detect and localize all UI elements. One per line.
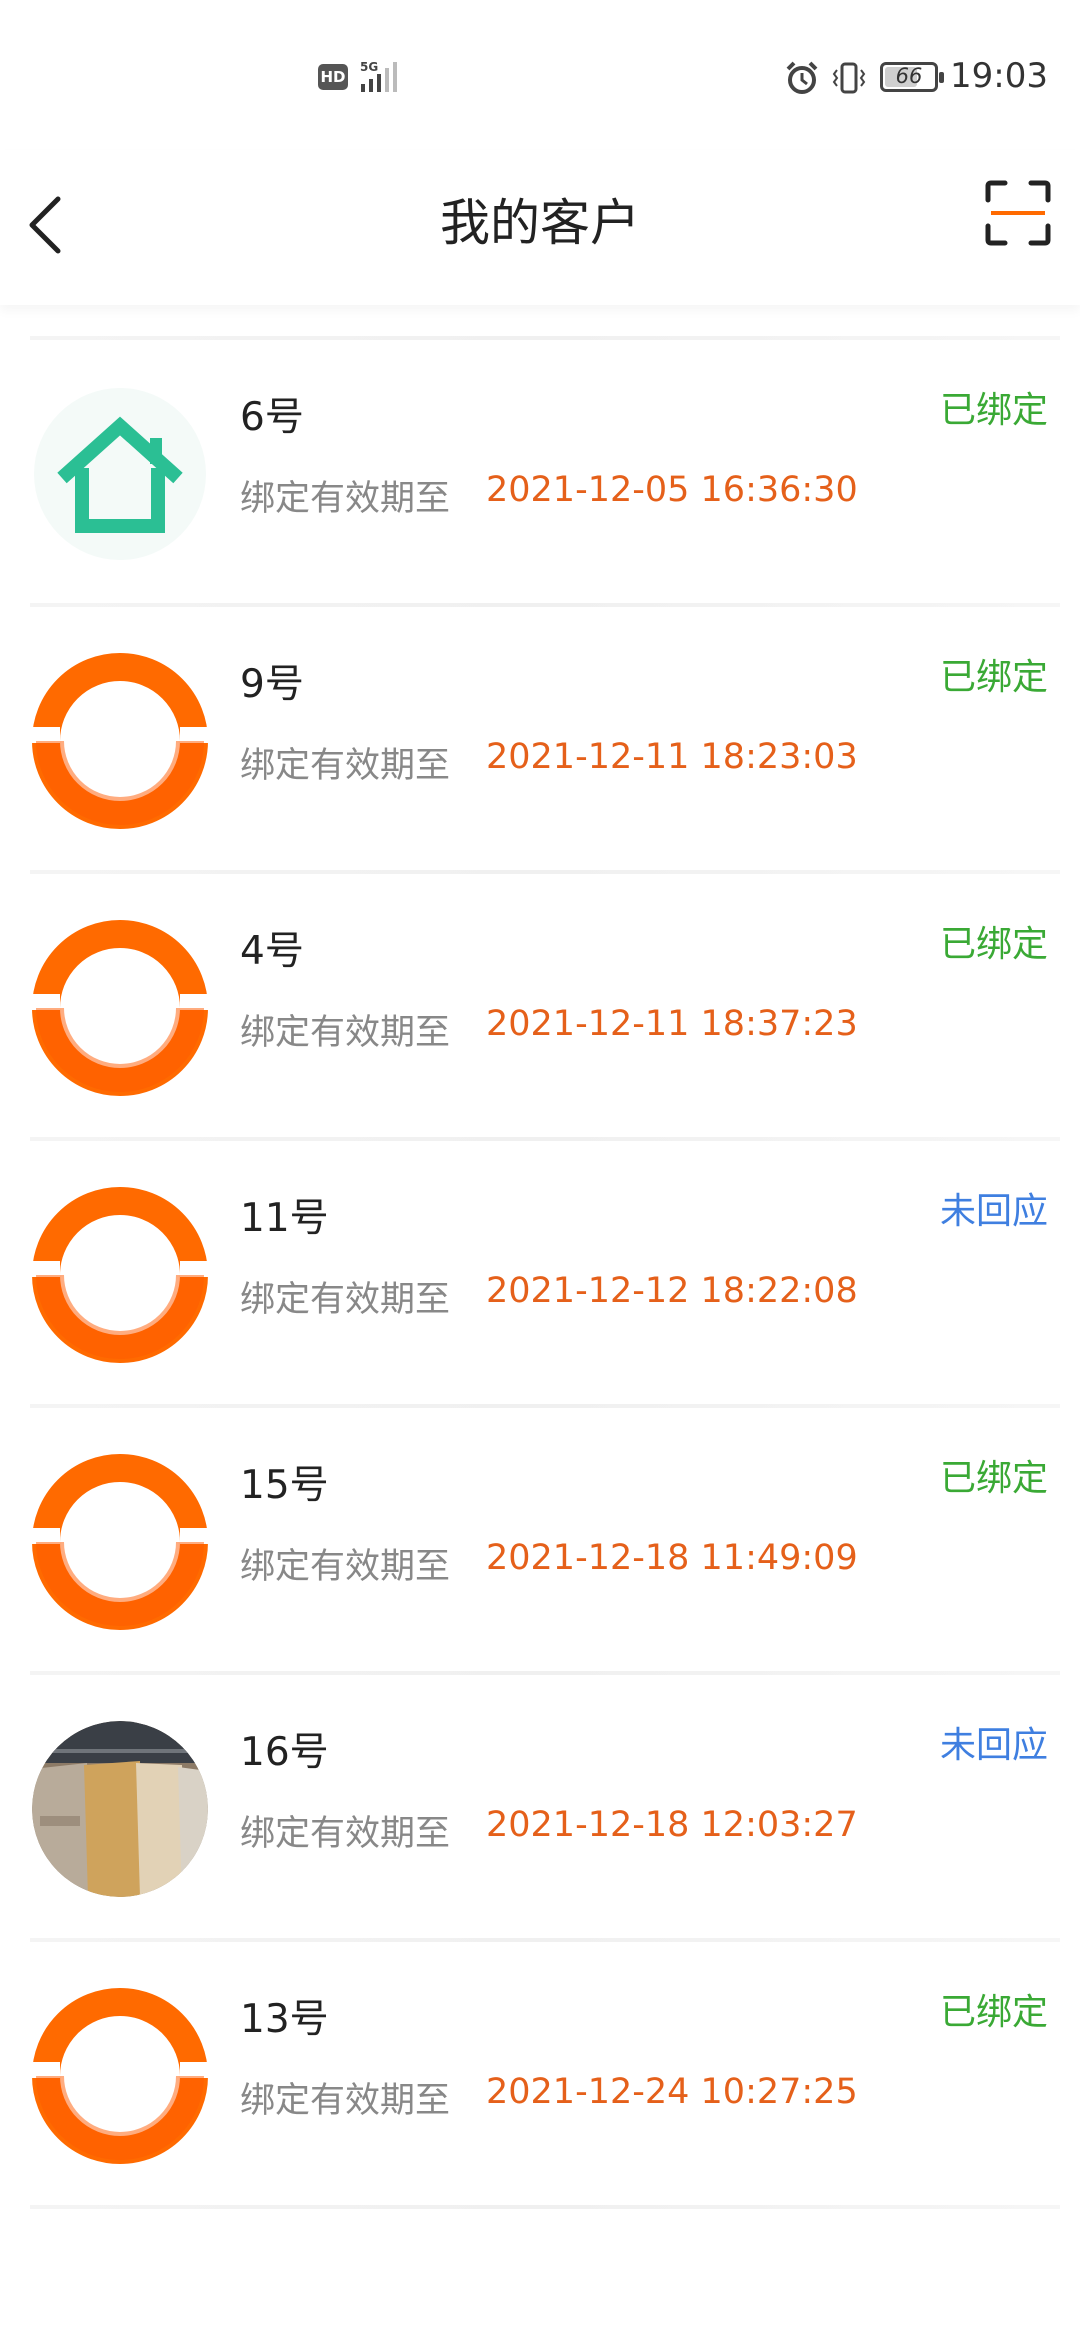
expiry-label: 绑定有效期至 [240, 1814, 451, 1854]
customer-row[interactable]: 13号绑定有效期至 2021-12-24 10:27:25 已绑定 [0, 1942, 1080, 2209]
clock: 19:03 [950, 56, 1048, 96]
customer-row[interactable]: 11号绑定有效期至 2021-12-12 18:22:08 未回应 [0, 1141, 1080, 1408]
status-badge: 已绑定 [939, 657, 1048, 698]
logo-icon [32, 652, 208, 829]
clothes-photo [32, 1720, 208, 1897]
customer-row[interactable]: 6号绑定有效期至 2021-12-05 16:36:30 已绑定 [0, 340, 1080, 607]
customer-name: 13号 [240, 1997, 329, 2042]
logo-icon [32, 919, 208, 1096]
expiry-label: 绑定有效期至 [240, 746, 451, 786]
customer-name: 9号 [240, 662, 304, 707]
avatar [32, 652, 208, 829]
vibrate-icon [832, 62, 866, 94]
logo-icon [32, 1186, 208, 1363]
app-header: 我的客户 [0, 150, 1080, 305]
customer-name: 16号 [240, 1730, 329, 1775]
battery-icon: 66 [880, 62, 944, 92]
scan-icon [985, 180, 1051, 246]
customer-name: 15号 [240, 1463, 329, 1508]
status-bar: HD 5G 66 19:03 [0, 0, 1080, 150]
page-title: 我的客户 [440, 194, 640, 252]
expiry-label: 绑定有效期至 [240, 1280, 451, 1320]
expiry-date: 2021-12-24 10:27:25 [486, 2072, 858, 2112]
customer-row[interactable]: 4号绑定有效期至 2021-12-11 18:37:23 已绑定 [0, 874, 1080, 1141]
hd-icon: HD [318, 64, 348, 90]
avatar [32, 1987, 208, 2164]
expiry-label: 绑定有效期至 [240, 1013, 451, 1053]
expiry-date: 2021-12-11 18:23:03 [486, 737, 858, 777]
expiry-date: 2021-12-12 18:22:08 [486, 1271, 858, 1311]
signal-icon: 5G [360, 60, 397, 92]
avatar [32, 386, 208, 562]
expiry-label: 绑定有效期至 [240, 2081, 451, 2121]
customer-name: 11号 [240, 1196, 329, 1241]
expiry-date: 2021-12-11 18:37:23 [486, 1004, 858, 1044]
status-badge: 未回应 [939, 1191, 1048, 1232]
logo-icon [32, 1987, 208, 2164]
expiry-label: 绑定有效期至 [240, 479, 451, 519]
avatar [32, 1186, 208, 1363]
house-icon [34, 387, 206, 560]
expiry-date: 2021-12-18 11:49:09 [486, 1538, 858, 1578]
expiry-date: 2021-12-18 12:03:27 [486, 1805, 858, 1845]
scan-button[interactable] [985, 180, 1051, 246]
status-badge: 已绑定 [939, 1458, 1048, 1499]
logo-icon [32, 1453, 208, 1630]
alarm-icon [786, 61, 818, 94]
avatar [32, 919, 208, 1096]
customer-rows: 绑定有效期至2021-12-04 20:24:59 6号绑定有效期至 2021-1… [0, 305, 1080, 2209]
battery-text: 66 [895, 64, 923, 88]
customer-row[interactable]: 绑定有效期至2021-12-04 20:24:59 [0, 305, 1080, 340]
avatar [32, 1720, 208, 1897]
customer-row[interactable]: 15号绑定有效期至 2021-12-18 11:49:09 已绑定 [0, 1408, 1080, 1675]
customer-name: 4号 [240, 929, 304, 974]
status-badge: 已绑定 [939, 1992, 1048, 2033]
expiry-label: 绑定有效期至 [240, 1547, 451, 1587]
network-label: 5G [360, 60, 378, 74]
expiry-date: 2021-12-05 16:36:30 [486, 470, 858, 510]
customer-row[interactable]: 16号绑定有效期至 2021-12-18 12:03:27 未回应 [0, 1675, 1080, 1942]
customer-row[interactable]: 9号绑定有效期至 2021-12-11 18:23:03 已绑定 [0, 607, 1080, 874]
status-badge: 未回应 [939, 1725, 1048, 1766]
status-badge: 已绑定 [939, 390, 1048, 431]
customer-name: 6号 [240, 395, 304, 440]
customer-list[interactable]: 绑定有效期至2021-12-04 20:24:59 6号绑定有效期至 2021-1… [0, 305, 1080, 2340]
status-badge: 已绑定 [939, 924, 1048, 965]
avatar [32, 1453, 208, 1630]
